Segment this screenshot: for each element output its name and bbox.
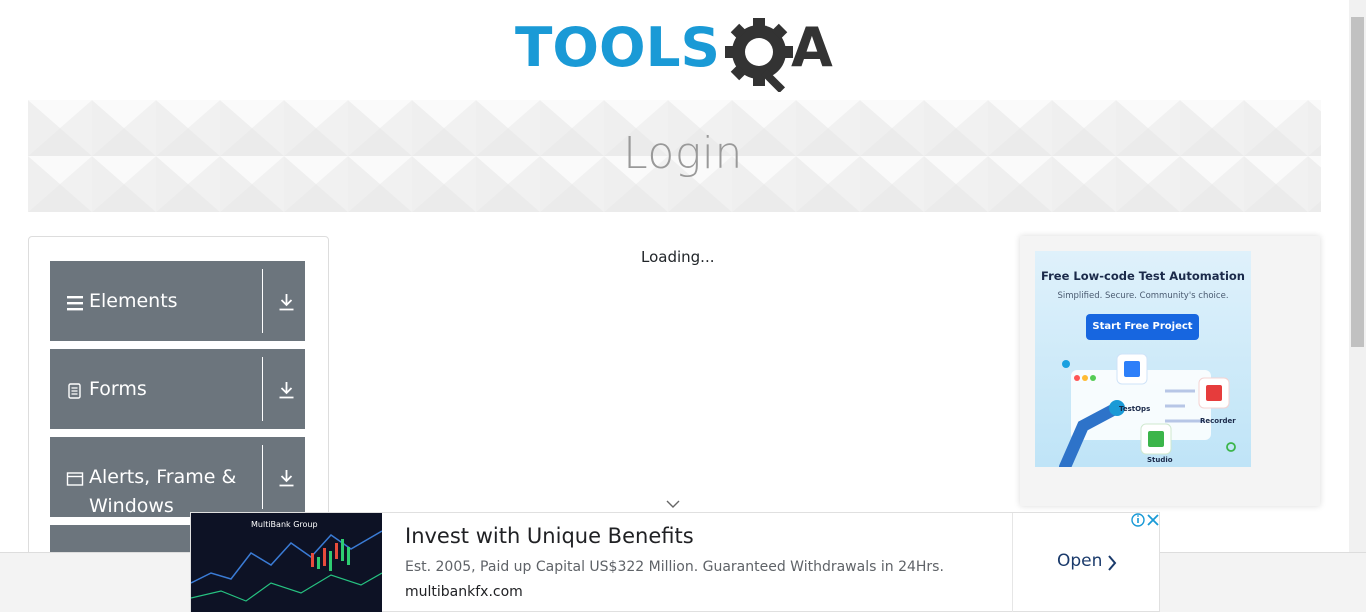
window-icon (66, 472, 84, 486)
ad-headline: Free Low-code Test Automation (1041, 269, 1245, 283)
sidebar-group-label: Forms (89, 378, 147, 400)
loading-text: Loading... (641, 248, 715, 266)
recorder-icon (1198, 377, 1230, 409)
toolsqa-logo[interactable]: TOOLS A (515, 16, 840, 94)
ad-brand: MultiBank Group (251, 520, 318, 529)
open-button[interactable]: Open (1057, 551, 1102, 571)
start-free-project-button[interactable]: Start Free Project (1086, 314, 1199, 340)
right-advertisement[interactable]: Free Low-code Test Automation Simplified… (1020, 236, 1320, 506)
ad-description: Est. 2005, Paid up Capital US$322 Millio… (405, 559, 944, 575)
chevron-right-icon (1108, 555, 1117, 571)
sidebar-group-forms[interactable]: Forms (50, 349, 305, 429)
hamburger-icon (67, 296, 83, 311)
divider (262, 357, 263, 421)
product-label-studio: Studio (1147, 456, 1173, 464)
scrollbar-thumb[interactable] (1351, 17, 1364, 347)
divider (262, 269, 263, 333)
product-label-recorder: Recorder (1200, 417, 1236, 425)
ad-thumbnail: MultiBank Group (191, 513, 382, 612)
divider (262, 445, 263, 509)
ad-title[interactable]: Invest with Unique Benefits (405, 524, 694, 548)
close-icon (1147, 514, 1159, 526)
gear-magnifier-icon (725, 18, 793, 94)
ad-card[interactable]: Free Low-code Test Automation Simplified… (1035, 251, 1251, 467)
testops-icon (1116, 353, 1148, 385)
sidebar-group-elements[interactable]: Elements (50, 261, 305, 341)
download-icon[interactable] (278, 469, 295, 487)
logo-text-tools: TOOLS (515, 16, 720, 79)
sidebar-group-alerts-frame-windows[interactable]: Alerts, Frame & Windows (50, 437, 305, 517)
ad-subline: Simplified. Secure. Community's choice. (1057, 291, 1229, 301)
page-title: Login (623, 128, 743, 179)
document-icon (68, 383, 81, 399)
page-scrollbar[interactable] (1349, 0, 1366, 552)
bottom-advertisement[interactable]: MultiBank Group Invest with Unique Benef… (190, 512, 1160, 612)
chevron-down-icon[interactable] (666, 499, 680, 509)
studio-icon (1140, 423, 1172, 455)
ad-url[interactable]: multibankfx.com (405, 584, 523, 600)
logo-text-qa-a: A (791, 16, 833, 79)
sidebar-group-label: Elements (89, 290, 178, 312)
product-label-testops: TestOps (1119, 405, 1151, 413)
download-icon[interactable] (278, 381, 295, 399)
download-icon[interactable] (278, 293, 295, 311)
adchoices-icon[interactable] (1130, 512, 1160, 528)
